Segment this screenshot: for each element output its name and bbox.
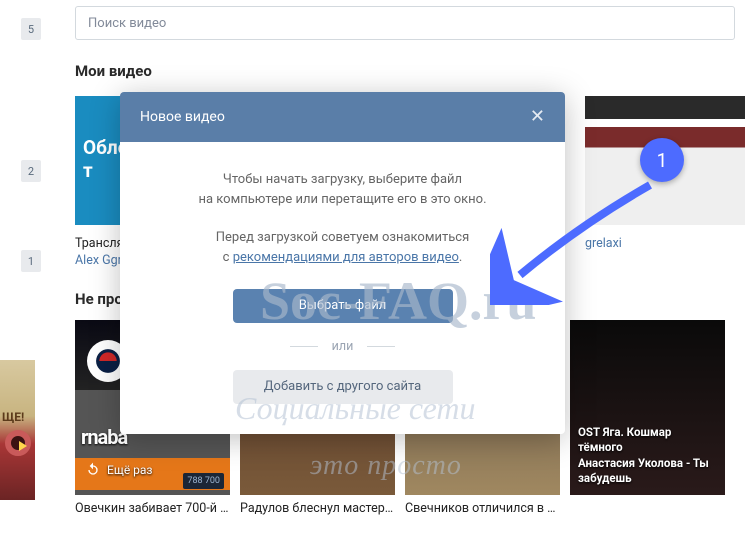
modal-title: Новое видео: [140, 109, 225, 125]
modal-text: с рекомендациями для авторов видео.: [145, 248, 540, 268]
play-disc-icon: [5, 430, 31, 456]
video-title[interactable]: Свечников отличился в ОТ: [405, 501, 560, 517]
search-input[interactable]: Поиск видео: [75, 6, 735, 40]
modal-text: на компьютере или перетащите его в это о…: [145, 190, 540, 210]
modal-text: Перед загрузкой советуем ознакомиться: [145, 228, 540, 248]
video-card[interactable]: OST Яга. Кошмар тёмного Анастасия Уколов…: [570, 320, 725, 519]
replay-label: Ещё раз: [107, 463, 153, 477]
counter-badge: 2: [21, 160, 41, 182]
counter-badge: 1: [21, 250, 41, 272]
video-title[interactable]: Радулов блеснул мастерс…: [240, 501, 395, 517]
recommendations-link[interactable]: рекомендациями для авторов видео: [233, 250, 459, 265]
search-placeholder: Поиск видео: [88, 16, 166, 31]
replay-button[interactable]: Ещё раз: [85, 462, 153, 478]
left-ad-strip: ЩЕ!: [0, 360, 35, 500]
video-title[interactable]: Овечкин забивает 700-й г…: [75, 501, 230, 517]
choose-file-button[interactable]: Выбрать файл: [233, 289, 453, 323]
annotation-arrow-icon: [490, 165, 670, 305]
close-icon[interactable]: ✕: [530, 108, 545, 126]
counter-badge: 5: [21, 18, 41, 40]
overlay-caption: OST Яга. Кошмар тёмного Анастасия Уколов…: [578, 425, 717, 487]
modal-text: Чтобы начать загрузку, выберите файл: [145, 170, 540, 190]
section-title-my-videos: Мои видео: [75, 62, 745, 80]
left-ad-text: ЩЕ!: [0, 360, 35, 426]
modal-header: Новое видео ✕: [120, 92, 565, 142]
stat-box: 788 700: [183, 473, 224, 489]
add-from-site-button[interactable]: Добавить с другого сайта: [233, 370, 453, 404]
video-thumbnail[interactable]: OST Яга. Кошмар тёмного Анастасия Уколов…: [570, 320, 725, 495]
separator-or: или: [145, 337, 540, 356]
replay-icon: [85, 462, 101, 478]
